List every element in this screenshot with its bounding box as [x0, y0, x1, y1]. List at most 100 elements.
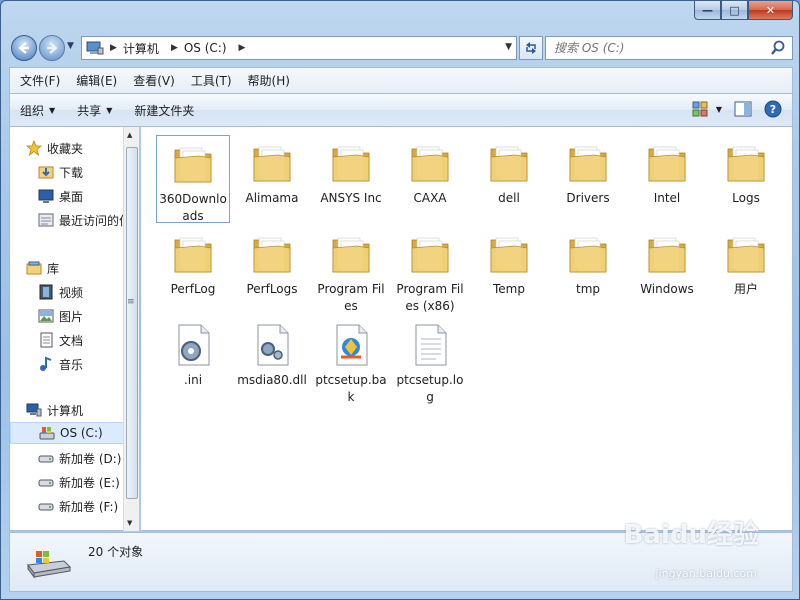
nav-item-label: 新加卷 (F:)	[59, 499, 119, 514]
menu-view[interactable]: 查看(V)	[133, 72, 175, 89]
command-bar: 组织 ▼ 共享 ▼ 新建文件夹 ▼ ?	[9, 93, 793, 127]
folder-icon	[406, 230, 454, 278]
file-item[interactable]: tmp	[551, 226, 625, 314]
back-button[interactable]	[11, 35, 37, 61]
folder-icon	[643, 230, 691, 278]
nav-pane-scrollbar[interactable]: ▲ ≡ ▼	[123, 127, 139, 531]
computer-icon	[26, 403, 42, 417]
nav-item-label: 新加卷 (D:)	[59, 451, 122, 466]
address-bar[interactable]: ▶ 计算机 ▶ OS (C:) ▶ ▼	[81, 36, 517, 60]
file-item[interactable]: dell	[472, 135, 546, 223]
file-item[interactable]: Drivers	[551, 135, 625, 223]
breadcrumb-computer[interactable]: 计算机	[123, 40, 159, 57]
scrollbar-thumb[interactable]	[126, 147, 138, 499]
folder-icon	[327, 139, 375, 187]
svg-text:?: ?	[770, 103, 776, 116]
file-item[interactable]: Intel	[630, 135, 704, 223]
close-button[interactable]: ✕	[748, 1, 793, 20]
folder-icon	[643, 139, 691, 187]
library-icon	[26, 261, 42, 275]
explorer-window: — □ ✕ ▼ ▶ 计算机 ▶ OS (C:) ▶ ▼ 文件(F) 编辑(E	[0, 0, 800, 600]
drive-icon	[38, 503, 54, 511]
setup-file-icon	[327, 321, 375, 369]
nav-item-label: 最近访问的位置	[59, 213, 132, 228]
address-history-dropdown[interactable]: ▼	[505, 42, 512, 52]
change-view-button[interactable]: ▼	[692, 101, 722, 117]
file-name: .ini	[183, 373, 203, 387]
file-item[interactable]: Temp	[472, 226, 546, 314]
file-item[interactable]: msdia80.dll	[235, 317, 309, 405]
file-item[interactable]: PerfLogs	[235, 226, 309, 314]
scroll-down-arrow[interactable]: ▼	[127, 519, 132, 527]
scroll-up-arrow[interactable]: ▲	[127, 131, 132, 139]
file-name: msdia80.dll	[237, 373, 307, 387]
file-name: ptcsetup.log	[396, 373, 464, 404]
breadcrumb-drive-c[interactable]: OS (C:)	[184, 41, 227, 55]
chevron-down-icon: ▼	[49, 105, 56, 115]
recent-pages-dropdown[interactable]: ▼	[67, 41, 74, 51]
share-button[interactable]: 共享 ▼	[77, 102, 112, 119]
breadcrumb-separator[interactable]: ▶	[171, 43, 178, 53]
file-item[interactable]: 360Downloads	[156, 135, 230, 223]
view-icon	[692, 101, 708, 117]
breadcrumb-separator[interactable]: ▶	[110, 43, 117, 53]
nav-item-label: OS (C:)	[60, 426, 103, 440]
file-name: Logs	[732, 191, 760, 205]
dll-file-icon	[248, 321, 296, 369]
file-item[interactable]: Program Files	[314, 226, 388, 314]
nav-item-drive-c[interactable]: OS (C:)	[10, 422, 128, 444]
nav-item-recent[interactable]: 最近访问的位置	[38, 209, 132, 231]
help-button[interactable]: ?	[764, 100, 782, 118]
computer-icon	[86, 41, 104, 55]
file-name: PerfLogs	[246, 282, 298, 296]
file-item[interactable]: ANSYS Inc	[314, 135, 388, 223]
file-name: Alimama	[245, 191, 299, 205]
forward-button[interactable]	[39, 35, 65, 61]
menu-file[interactable]: 文件(F)	[20, 72, 60, 89]
file-item[interactable]: Alimama	[235, 135, 309, 223]
menu-help[interactable]: 帮助(H)	[248, 72, 290, 89]
file-item[interactable]: PerfLog	[156, 226, 230, 314]
preview-pane-button[interactable]	[734, 101, 752, 117]
file-name: dell	[498, 191, 520, 205]
settings-file-icon	[169, 321, 217, 369]
folder-icon	[169, 140, 217, 188]
folder-icon	[564, 139, 612, 187]
file-item[interactable]: .ini	[156, 317, 230, 405]
folder-icon	[722, 230, 770, 278]
nav-favorites-label: 收藏夹	[47, 141, 84, 156]
breadcrumb-separator[interactable]: ▶	[239, 43, 246, 53]
search-input[interactable]	[546, 37, 756, 59]
search-box[interactable]	[545, 36, 793, 60]
file-item[interactable]: ptcsetup.log	[393, 317, 467, 405]
file-name: PerfLog	[170, 282, 216, 296]
file-name: Intel	[653, 191, 681, 205]
file-item[interactable]: ptcsetup.bak	[314, 317, 388, 405]
file-item[interactable]: 用户	[709, 226, 783, 314]
file-item[interactable]: CAXA	[393, 135, 467, 223]
drive-icon	[38, 479, 54, 487]
menu-tools[interactable]: 工具(T)	[191, 72, 232, 89]
nav-item-label: 音乐	[59, 357, 84, 372]
share-label: 共享	[77, 103, 102, 118]
minimize-button[interactable]: —	[694, 1, 721, 20]
new-folder-button[interactable]: 新建文件夹	[134, 102, 194, 119]
drive-icon	[38, 455, 54, 463]
arrow-right-icon	[47, 42, 58, 54]
file-name: 用户	[733, 282, 758, 296]
menu-bar: 文件(F) 编辑(E) 查看(V) 工具(T) 帮助(H)	[9, 67, 793, 93]
file-item[interactable]: Logs	[709, 135, 783, 223]
file-item[interactable]: Program Files (x86)	[393, 226, 467, 314]
search-icon[interactable]	[770, 40, 786, 56]
maximize-button[interactable]: □	[721, 1, 748, 20]
organize-label: 组织	[20, 103, 45, 118]
nav-libraries-label: 库	[47, 261, 60, 276]
refresh-button[interactable]	[519, 36, 543, 60]
file-item[interactable]: Windows	[630, 226, 704, 314]
file-name: Windows	[640, 282, 694, 296]
menu-edit[interactable]: 编辑(E)	[76, 72, 117, 89]
organize-button[interactable]: 组织 ▼	[20, 102, 55, 119]
folder-icon	[406, 139, 454, 187]
file-name: Drivers	[566, 191, 610, 205]
scroll-grip-icon: ≡	[127, 297, 135, 307]
